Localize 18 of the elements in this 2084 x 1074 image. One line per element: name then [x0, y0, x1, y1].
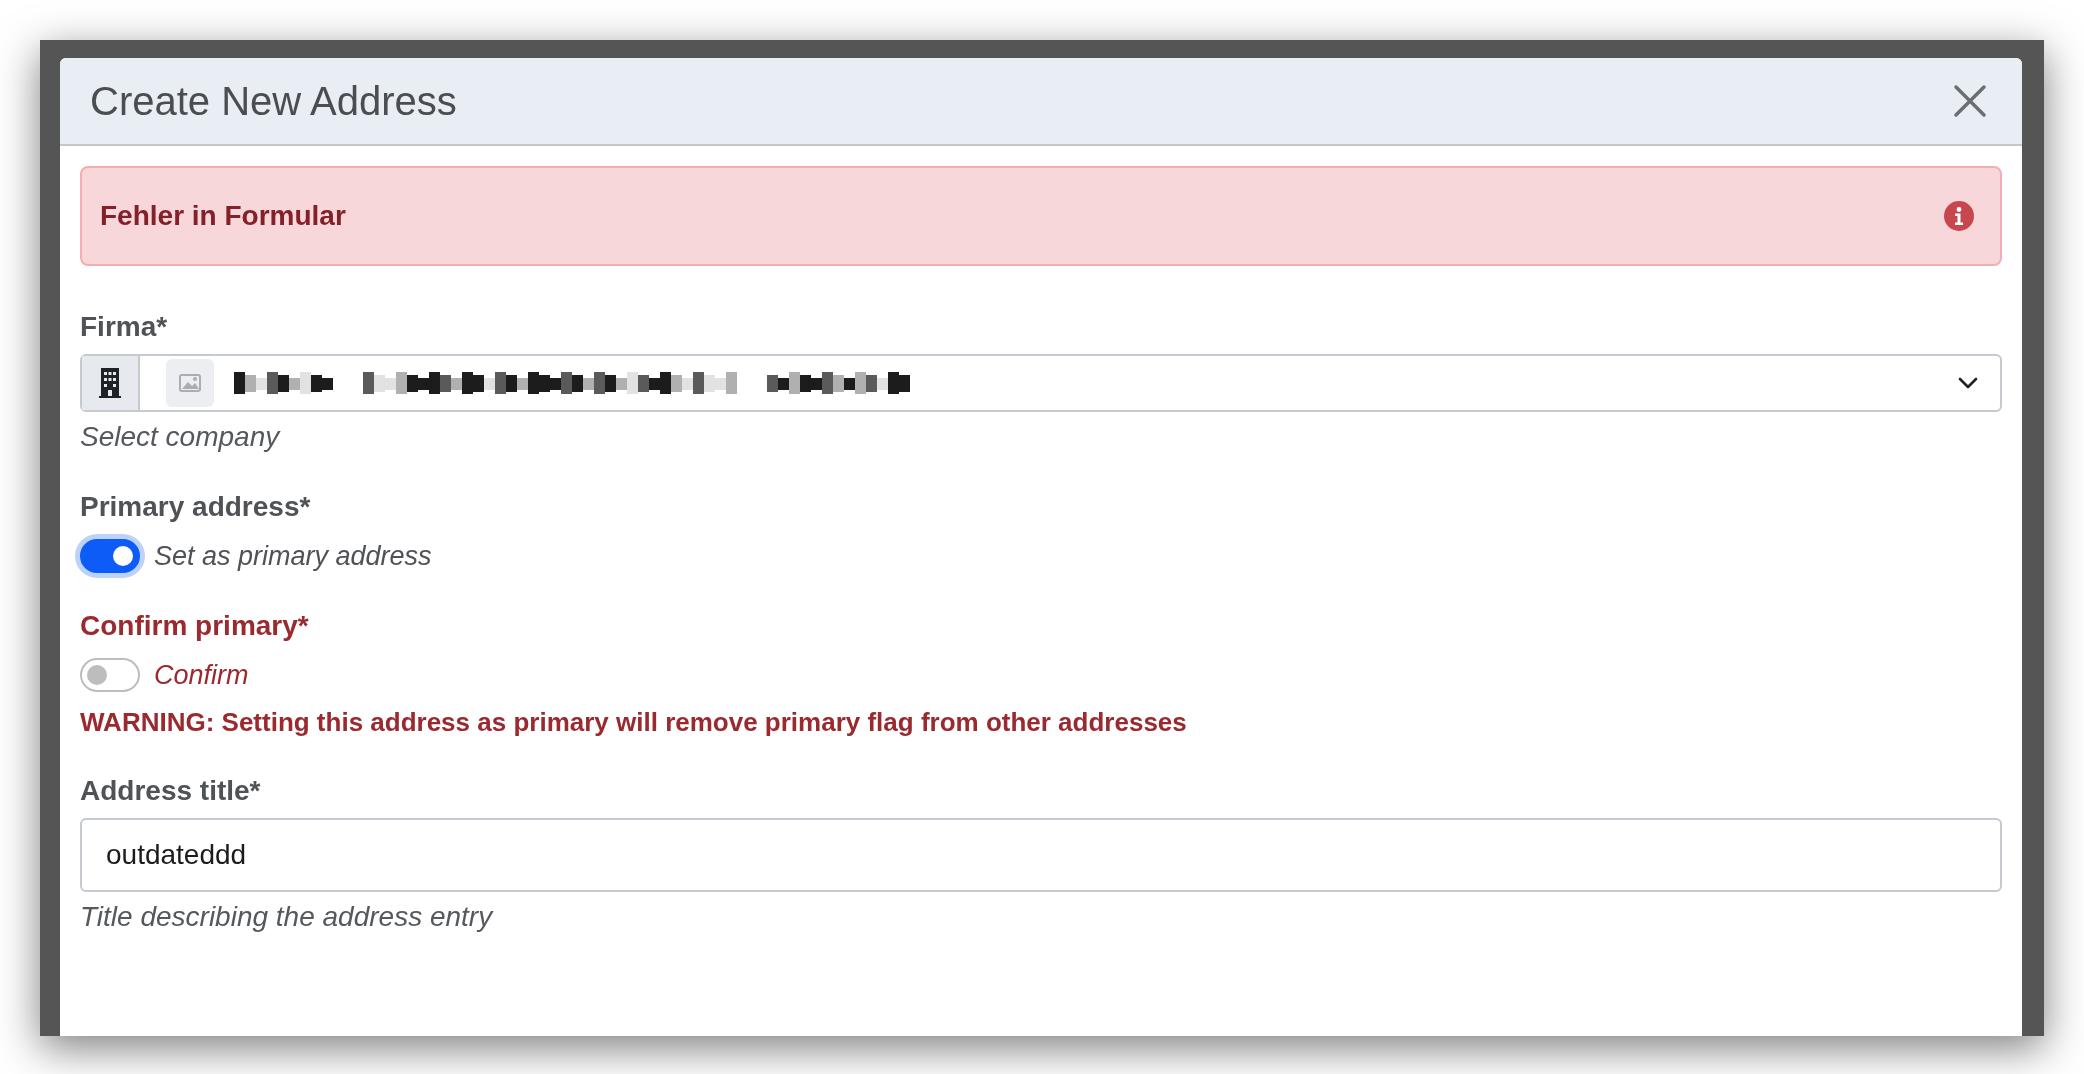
field-label: Firma* [80, 310, 169, 344]
address-title-field[interactable]: outdateddd [80, 818, 2002, 892]
dialog-title: Create New Address [90, 78, 457, 125]
warning-message: WARNING: Setting this address as primary will remove primary flag from other addresses [80, 706, 1188, 739]
toggle-switch[interactable] [80, 657, 140, 692]
field-label: Address title* [80, 774, 262, 808]
building-icon [99, 368, 121, 398]
switch-label: Confirm [154, 658, 249, 692]
field-label: Primary address* [80, 490, 312, 524]
image-icon [166, 359, 214, 407]
alert-message: Fehler in Formular [100, 199, 346, 233]
help-text: Select company [80, 420, 282, 454]
company-select[interactable] [80, 354, 2002, 412]
chevron-down-icon [1958, 377, 1978, 389]
info-icon [1944, 201, 1974, 231]
help-text: Title describing the address entry [80, 900, 495, 934]
field-label: Confirm primary* [80, 608, 310, 643]
switch-label: Set as primary address [154, 540, 432, 573]
